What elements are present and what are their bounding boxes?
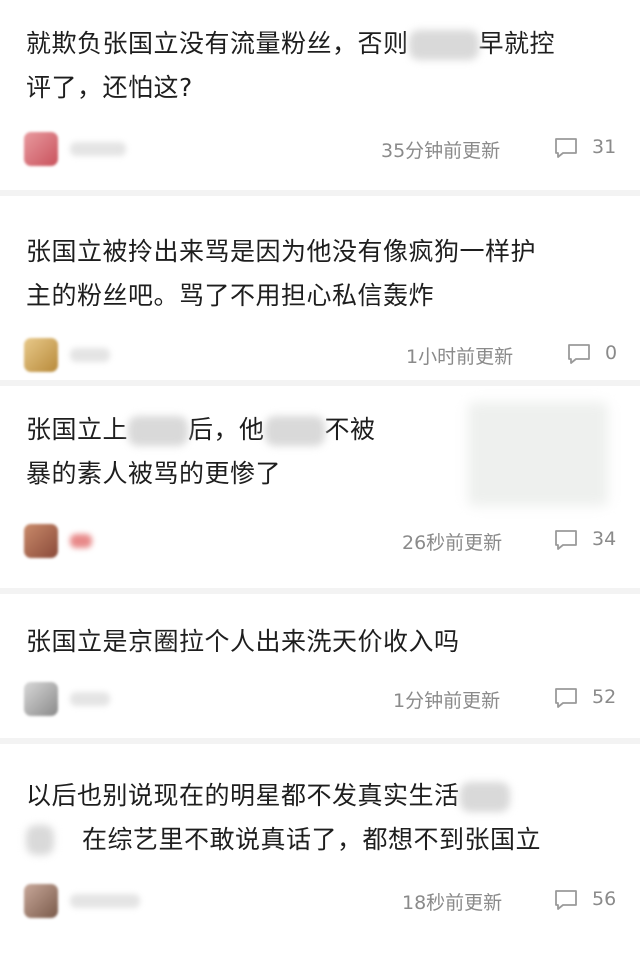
comment-count: 52 xyxy=(592,686,617,708)
avatar[interactable] xyxy=(24,884,58,918)
post-text: 张国立被拎出来骂是因为他没有像疯狗一样护 主的粉丝吧。骂了不用担心私信轰炸 xyxy=(26,230,614,318)
post-text-part: 张国立上 xyxy=(26,415,129,444)
avatar[interactable] xyxy=(24,338,58,372)
redacted-text xyxy=(459,782,510,812)
post-meta: 18秒前更新 56 xyxy=(0,880,640,920)
post-text-part: 不被 xyxy=(324,415,376,444)
comment-count: 56 xyxy=(592,888,617,910)
post-text-line: 张国立被拎出来骂是因为他没有像疯狗一样护 xyxy=(26,237,537,266)
post-meta: 26秒前更新 34 xyxy=(0,520,640,560)
comment-icon[interactable] xyxy=(553,528,579,552)
post-text-part: 早就控 xyxy=(478,29,556,58)
post-card[interactable]: 就欺负张国立没有流量粉丝，否则 早就控 评了，还怕这? 35分钟前更新 31 xyxy=(0,0,640,196)
post-meta: 1小时前更新 0 xyxy=(0,334,640,374)
comment-count: 31 xyxy=(592,136,617,158)
update-time: 35分钟前更新 xyxy=(381,140,501,162)
avatar[interactable] xyxy=(24,682,58,716)
post-text-line: 评了，还怕这? xyxy=(26,73,193,102)
username-redacted[interactable] xyxy=(70,534,92,548)
redacted-text xyxy=(408,30,479,60)
redacted-avatar xyxy=(26,825,54,855)
comment-count: 0 xyxy=(605,342,618,364)
post-text-line: 张国立是京圈拉个人出来洗天价收入吗 xyxy=(26,627,460,656)
update-time: 1分钟前更新 xyxy=(393,690,501,712)
thumbnail-redacted[interactable] xyxy=(468,402,608,506)
comment-icon[interactable] xyxy=(566,342,592,366)
post-text-line: 暴的素人被骂的更惨了 xyxy=(26,459,282,488)
redacted-text xyxy=(128,416,189,446)
update-time: 1小时前更新 xyxy=(406,346,514,368)
post-card[interactable]: 张国立被拎出来骂是因为他没有像疯狗一样护 主的粉丝吧。骂了不用担心私信轰炸 1小… xyxy=(0,196,640,386)
avatar[interactable] xyxy=(24,524,58,558)
update-time: 18秒前更新 xyxy=(402,892,503,914)
post-text: 张国立上 后，他 不被 暴的素人被骂的更惨了 xyxy=(26,408,450,496)
comment-icon[interactable] xyxy=(553,686,579,710)
avatar[interactable] xyxy=(24,132,58,166)
post-text-part: 后，他 xyxy=(188,415,265,444)
post-text-part: 就欺负张国立没有流量粉丝，否则 xyxy=(26,29,409,58)
post-card[interactable]: 以后也别说现在的明星都不发真实生活 在综艺里不敢说真话了，都想不到张国立 18秒… xyxy=(0,744,640,964)
post-text-part: 以后也别说现在的明星都不发真实生活 xyxy=(26,781,460,810)
username-redacted[interactable] xyxy=(70,348,110,362)
redacted-text xyxy=(264,416,325,446)
post-meta: 35分钟前更新 31 xyxy=(0,128,640,168)
update-time: 26秒前更新 xyxy=(402,532,503,554)
post-text: 就欺负张国立没有流量粉丝，否则 早就控 评了，还怕这? xyxy=(26,22,614,110)
comment-icon[interactable] xyxy=(553,888,579,912)
post-text-line: 主的粉丝吧。骂了不用担心私信轰炸 xyxy=(26,281,435,310)
post-card[interactable]: 张国立上 后，他 不被 暴的素人被骂的更惨了 26秒前更新 34 xyxy=(0,386,640,588)
username-redacted[interactable] xyxy=(70,692,110,706)
comment-count: 34 xyxy=(592,528,617,550)
username-redacted[interactable] xyxy=(70,142,126,156)
post-card[interactable]: 张国立是京圈拉个人出来洗天价收入吗 1分钟前更新 52 xyxy=(0,588,640,744)
comment-icon[interactable] xyxy=(553,136,579,160)
post-meta: 1分钟前更新 52 xyxy=(0,678,640,718)
comment-feed: 就欺负张国立没有流量粉丝，否则 早就控 评了，还怕这? 35分钟前更新 31 张国… xyxy=(0,0,640,964)
post-text: 以后也别说现在的明星都不发真实生活 在综艺里不敢说真话了，都想不到张国立 xyxy=(26,774,614,862)
post-text: 张国立是京圈拉个人出来洗天价收入吗 xyxy=(26,620,614,664)
username-redacted[interactable] xyxy=(70,894,140,908)
post-text-line: 在综艺里不敢说真话了，都想不到张国立 xyxy=(82,825,542,854)
